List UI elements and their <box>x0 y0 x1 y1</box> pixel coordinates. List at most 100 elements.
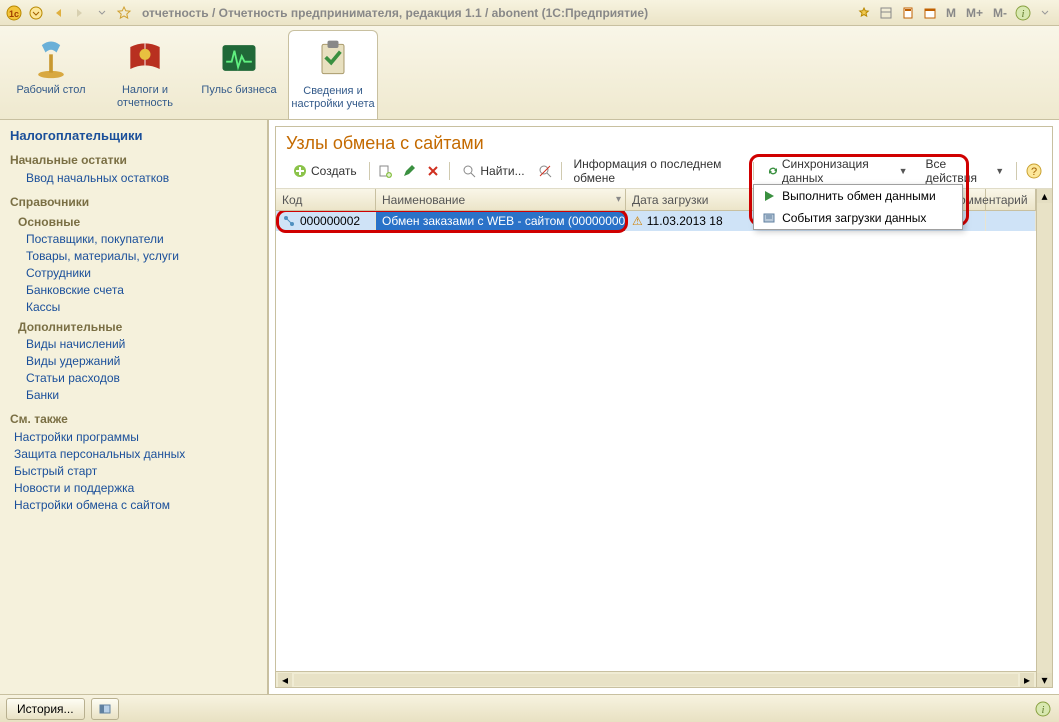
section-bar: Рабочий стол Налоги и отчетность Пульс б… <box>0 26 1059 120</box>
titlebar: 1c отчетность / Отчетность предпринимате… <box>0 0 1059 26</box>
scroll-left-icon[interactable]: ◂ <box>278 673 292 687</box>
panel-icon[interactable] <box>876 3 896 23</box>
calendar-icon[interactable] <box>920 3 940 23</box>
dropdown-icon[interactable] <box>26 3 46 23</box>
sidebar-group: Начальные остатки <box>10 153 257 167</box>
pencil-icon <box>402 164 416 178</box>
section-label: Налоги и отчетность <box>102 84 188 110</box>
info-icon[interactable]: i <box>1013 3 1033 23</box>
plus-icon <box>293 164 307 178</box>
sidebar-link[interactable]: Поставщики, покупатели <box>26 232 257 246</box>
horizontal-scrollbar[interactable]: ◂ ▸ <box>276 671 1036 687</box>
info-label: Информация о последнем обмене <box>573 157 741 185</box>
col-name[interactable]: Наименование▾ <box>376 189 626 210</box>
edit-button[interactable] <box>398 160 420 182</box>
sidebar-link[interactable]: Банки <box>26 388 257 402</box>
calc-icon[interactable] <box>898 3 918 23</box>
warning-icon: ⚠ <box>632 214 643 228</box>
sidebar-top[interactable]: Налогоплательщики <box>10 128 257 143</box>
nav-back-icon[interactable] <box>48 3 68 23</box>
sidebar-group: Справочники <box>10 195 257 209</box>
grid-body[interactable]: 000000002 Обмен заказами с WEB - сайтом … <box>276 211 1036 671</box>
all-actions-label: Все действия <box>926 157 990 185</box>
status-info-icon[interactable]: i <box>1033 699 1053 719</box>
svg-text:i: i <box>1042 705 1045 716</box>
sidebar-group: См. также <box>10 412 257 426</box>
sidebar-link[interactable]: Быстрый старт <box>14 464 257 478</box>
col-comment[interactable]: Комментарий <box>986 189 1036 210</box>
scroll-up-icon[interactable]: ▴ <box>1037 189 1052 203</box>
sidebar-link[interactable]: Защита персональных данных <box>14 447 257 461</box>
toolbar: Создать Найти... Информация о последнем … <box>276 158 1052 189</box>
section-desktop[interactable]: Рабочий стол <box>6 30 96 119</box>
copy-icon <box>378 164 392 178</box>
sync-dropdown: Выполнить обмен данными События загрузки… <box>753 184 963 230</box>
favorite-icon[interactable] <box>114 3 134 23</box>
find-button[interactable]: Найти... <box>455 160 531 182</box>
help-icon: ? <box>1026 163 1042 179</box>
help-button[interactable]: ? <box>1022 160 1046 182</box>
events-label: События загрузки данных <box>782 211 926 225</box>
sync-icon <box>766 164 778 178</box>
sidebar-subgroup: Основные <box>18 215 257 229</box>
sidebar-link[interactable]: Товары, материалы, услуги <box>26 249 257 263</box>
history-button[interactable]: История... <box>6 698 85 720</box>
sidebar-link[interactable]: Виды начислений <box>26 337 257 351</box>
sidebar-link[interactable]: Виды удержаний <box>26 354 257 368</box>
scroll-track[interactable] <box>294 674 1018 686</box>
statusbar: История... i <box>0 694 1059 722</box>
create-button[interactable]: Создать <box>286 160 364 182</box>
scroll-down-icon[interactable]: ▾ <box>1037 673 1052 687</box>
cell-code: 000000002 <box>276 211 376 231</box>
events-item[interactable]: События загрузки данных <box>754 207 962 229</box>
delete-button[interactable] <box>422 160 444 182</box>
panel-toggle-button[interactable] <box>91 698 119 720</box>
pulse-icon <box>217 36 261 80</box>
scroll-track[interactable] <box>1037 203 1052 673</box>
mem-m[interactable]: M <box>942 6 960 20</box>
sync-dropdown-button[interactable]: Синхронизация данных ▼ <box>759 160 914 182</box>
sidebar-link[interactable]: Статьи расходов <box>26 371 257 385</box>
sidebar-link[interactable]: Новости и поддержка <box>14 481 257 495</box>
fav-add-icon[interactable] <box>854 3 874 23</box>
sort-icon: ▾ <box>616 194 621 205</box>
app-icon[interactable]: 1c <box>4 3 24 23</box>
node-icon <box>282 214 296 228</box>
nav-dropdown-icon[interactable] <box>92 3 112 23</box>
play-icon <box>762 189 776 203</box>
section-label: Рабочий стол <box>16 84 85 97</box>
col-code[interactable]: Код <box>276 189 376 210</box>
sidebar-link[interactable]: Кассы <box>26 300 257 314</box>
mem-mplus[interactable]: M+ <box>962 6 987 20</box>
copy-button[interactable] <box>374 160 396 182</box>
cell-name: Обмен заказами с WEB - сайтом (000000002… <box>376 211 626 231</box>
sidebar-link[interactable]: Сотрудники <box>26 266 257 280</box>
section-taxes[interactable]: Налоги и отчетность <box>100 30 190 119</box>
sidebar-link[interactable]: Ввод начальных остатков <box>26 171 257 185</box>
find-label: Найти... <box>480 164 524 178</box>
info-dropdown-icon[interactable] <box>1035 3 1055 23</box>
section-pulse[interactable]: Пульс бизнеса <box>194 30 284 119</box>
scroll-right-icon[interactable]: ▸ <box>1020 673 1034 687</box>
book-icon <box>123 36 167 80</box>
svg-text:i: i <box>1022 9 1025 20</box>
panel-icon <box>98 702 112 716</box>
mem-mminus[interactable]: M- <box>989 6 1011 20</box>
section-label: Пульс бизнеса <box>201 84 276 97</box>
info-button[interactable]: Информация о последнем обмене <box>566 160 748 182</box>
nav-forward-icon[interactable] <box>70 3 90 23</box>
section-label: Сведения и настройки учета <box>291 85 375 111</box>
svg-text:?: ? <box>1031 166 1037 178</box>
sidebar-link[interactable]: Банковские счета <box>26 283 257 297</box>
vertical-scrollbar[interactable]: ▴ ▾ <box>1036 189 1052 687</box>
sidebar-link[interactable]: Настройки программы <box>14 430 257 444</box>
page-title: Узлы обмена с сайтами <box>276 127 1052 158</box>
clear-search-button[interactable] <box>534 160 556 182</box>
svg-text:1c: 1c <box>9 9 19 19</box>
sidebar-link[interactable]: Настройки обмена с сайтом <box>14 498 257 512</box>
run-exchange-item[interactable]: Выполнить обмен данными <box>754 185 962 207</box>
all-actions-button[interactable]: Все действия▼ <box>919 160 1012 182</box>
section-settings[interactable]: Сведения и настройки учета <box>288 30 378 119</box>
search-icon <box>462 164 476 178</box>
sync-label: Синхронизация данных <box>782 157 893 185</box>
